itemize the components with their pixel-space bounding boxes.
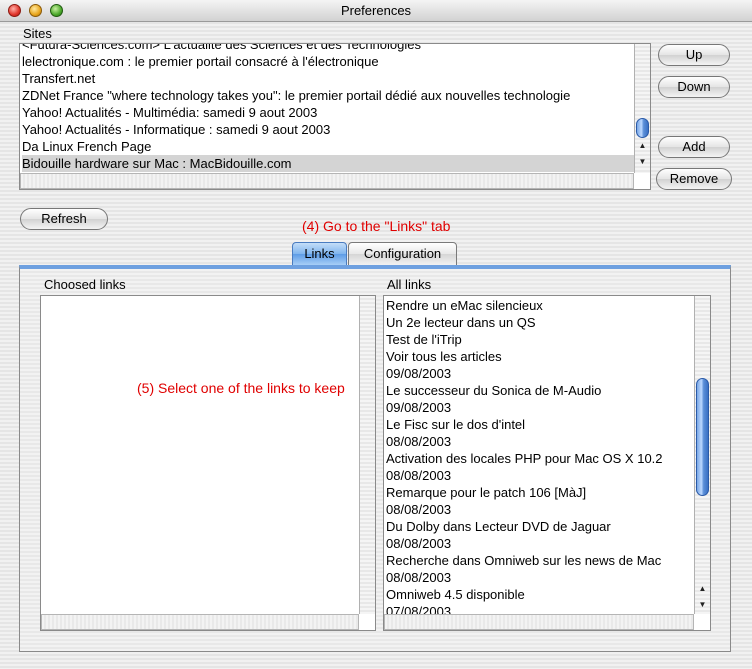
refresh-button[interactable]: Refresh: [20, 208, 108, 230]
list-item[interactable]: Un 2e lecteur dans un QS: [386, 314, 694, 331]
list-item[interactable]: Activation des locales PHP pour Mac OS X…: [386, 450, 694, 467]
list-item[interactable]: Omniweb 4.5 disponible: [386, 586, 694, 603]
all-links-viewport: Rendre un eMac silencieux Un 2e lecteur d…: [384, 296, 694, 614]
list-item[interactable]: ZDNet France "where technology takes you…: [22, 87, 634, 104]
scroll-up-arrow-icon[interactable]: ▲: [695, 583, 710, 595]
list-item[interactable]: Voir tous les articles: [386, 348, 694, 365]
tab-links[interactable]: Links: [292, 242, 347, 266]
scroll-down-arrow-icon[interactable]: ▼: [635, 156, 650, 168]
list-item[interactable]: Yahoo! Actualités - Informatique : samed…: [22, 121, 634, 138]
choosed-links-label: Choosed links: [44, 277, 126, 292]
list-item[interactable]: 08/08/2003: [386, 569, 694, 586]
list-item[interactable]: Rendre un eMac silencieux: [386, 297, 694, 314]
list-item[interactable]: Bidouille hardware sur Mac : MacBidouill…: [22, 155, 634, 172]
list-item[interactable]: Le successeur du Sonica de M-Audio: [386, 382, 694, 399]
list-item[interactable]: Le Fisc sur le dos d'intel: [386, 416, 694, 433]
sites-list[interactable]: <Futura-Sciences.com> L'actualité des Sc…: [19, 43, 651, 190]
scroll-up-arrow-icon[interactable]: ▲: [635, 140, 650, 152]
list-item[interactable]: Da Linux French Page: [22, 138, 634, 155]
annotation-step-5: (5) Select one of the links to keep: [137, 380, 345, 396]
tab-configuration[interactable]: Configuration: [348, 242, 457, 266]
scroll-down-arrow-icon[interactable]: ▼: [695, 599, 710, 611]
list-item[interactable]: <Futura-Sciences.com> L'actualité des Sc…: [22, 44, 634, 53]
list-item[interactable]: Recherche dans Omniweb sur les news de M…: [386, 552, 694, 569]
list-item[interactable]: lelectronique.com : le premier portail c…: [22, 53, 634, 70]
list-item[interactable]: Transfert.net: [22, 70, 634, 87]
sites-vertical-scrollbar[interactable]: ▲ ▼: [634, 44, 650, 173]
list-item[interactable]: Du Dolby dans Lecteur DVD de Jaguar: [386, 518, 694, 535]
list-item[interactable]: 07/08/2003: [386, 603, 694, 614]
list-item[interactable]: Yahoo! Actualités - Multimédia: samedi 9…: [22, 104, 634, 121]
sites-list-viewport: <Futura-Sciences.com> L'actualité des Sc…: [20, 44, 634, 172]
list-item[interactable]: 09/08/2003: [386, 365, 694, 382]
all-links-list[interactable]: Rendre un eMac silencieux Un 2e lecteur d…: [383, 295, 711, 631]
all-links-scroll-thumb[interactable]: [696, 378, 709, 496]
list-item[interactable]: 08/08/2003: [386, 501, 694, 518]
list-item[interactable]: Remarque pour le patch 106 [MàJ]: [386, 484, 694, 501]
all-links-horizontal-scrollbar[interactable]: [384, 614, 694, 630]
sites-horizontal-scrollbar[interactable]: [20, 173, 634, 189]
list-item[interactable]: 08/08/2003: [386, 467, 694, 484]
list-item[interactable]: 09/08/2003: [386, 399, 694, 416]
all-links-label: All links: [387, 277, 432, 292]
add-button[interactable]: Add: [658, 136, 730, 158]
sites-scroll-thumb[interactable]: [636, 118, 649, 138]
window-title: Preferences: [340, 3, 412, 18]
choosed-links-vertical-scrollbar[interactable]: [359, 296, 375, 614]
up-button[interactable]: Up: [658, 44, 730, 66]
choosed-links-list[interactable]: [40, 295, 376, 631]
choosed-links-horizontal-scrollbar[interactable]: [41, 614, 359, 630]
remove-button[interactable]: Remove: [656, 168, 732, 190]
list-item[interactable]: 08/08/2003: [386, 433, 694, 450]
all-links-vertical-scrollbar[interactable]: ▲ ▼: [694, 296, 710, 614]
list-item[interactable]: 08/08/2003: [386, 535, 694, 552]
sites-label: Sites: [23, 26, 52, 41]
list-item[interactable]: Test de l'iTrip: [386, 331, 694, 348]
annotation-step-4: (4) Go to the "Links" tab: [302, 218, 451, 234]
down-button[interactable]: Down: [658, 76, 730, 98]
